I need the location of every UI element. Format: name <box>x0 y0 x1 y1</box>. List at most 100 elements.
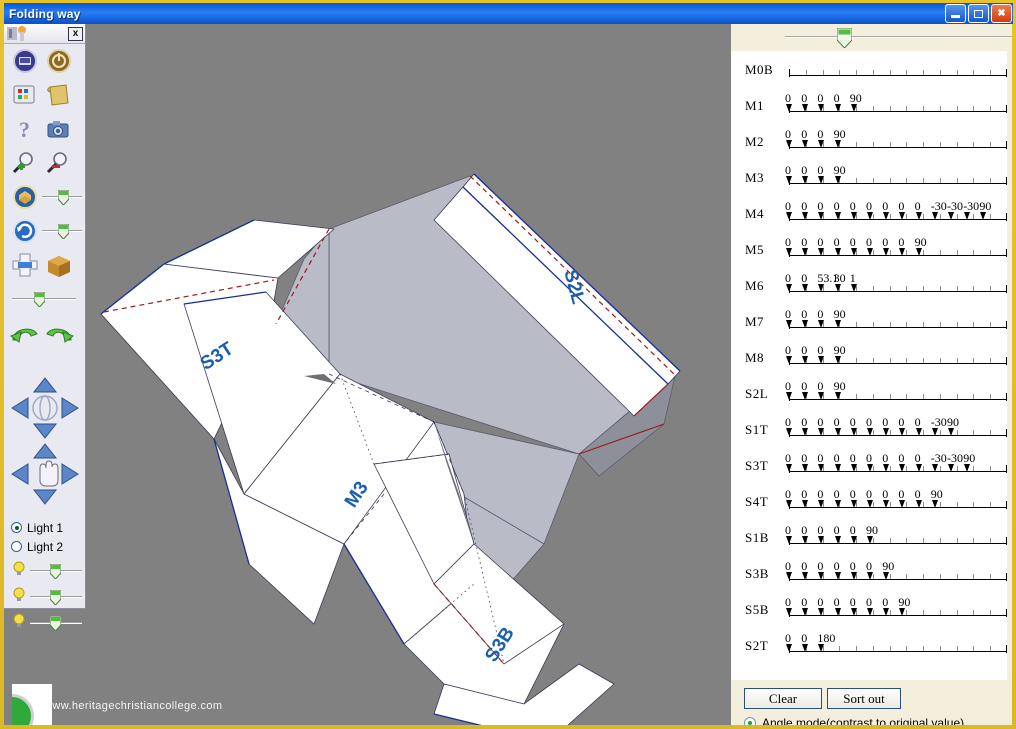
timeline-row[interactable]: M4 0 0 0 0 0 0 0 0 0 -30 -30 -30 90 <box>731 195 1007 231</box>
timeline-row[interactable]: S2T 0 0 180 <box>731 627 1007 663</box>
timeline-marker-value: 0 <box>849 199 856 213</box>
clear-button[interactable]: Clear <box>744 688 822 709</box>
timeline-tick <box>906 430 908 435</box>
timeline-row[interactable]: M0B <box>731 51 1007 87</box>
timeline-marker-value: 30 <box>833 271 846 285</box>
timeline-tick <box>973 574 975 579</box>
fold-progress-slider[interactable] <box>12 291 76 308</box>
timeline-marker-value: 0 <box>801 487 808 501</box>
light-slider-3[interactable] <box>30 615 82 632</box>
light-slider-2[interactable] <box>30 589 82 606</box>
refresh-icon[interactable] <box>8 216 42 246</box>
timeline-marker-value: 0 <box>849 487 856 501</box>
pan-navigation-pad[interactable] <box>10 442 80 506</box>
tool-row-render-slider <box>4 180 85 214</box>
sort-out-button[interactable]: Sort out <box>827 688 901 709</box>
timeline-marker-value: 0 <box>898 415 905 429</box>
refresh-slider[interactable] <box>42 223 82 240</box>
timeline-row[interactable]: M7 0 0 0 90 <box>731 303 1007 339</box>
zoom-in-icon[interactable] <box>8 148 42 178</box>
light-1-radio[interactable]: Light 1 <box>4 518 63 537</box>
close-button[interactable]: ✖ <box>991 4 1012 23</box>
timeline-row[interactable]: S4T 0 0 0 0 0 0 0 0 0 90 <box>731 483 1007 519</box>
timeline-tick <box>956 178 958 183</box>
timeline-slider-thumb[interactable] <box>836 27 853 49</box>
timeline-tick <box>973 70 975 75</box>
timeline-row[interactable]: S2L 0 0 0 90 <box>731 375 1007 411</box>
render-globe-icon[interactable] <box>8 182 42 212</box>
timeline-rows[interactable]: M0B M1 0 0 0 0 90 M2 0 0 0 90 M3 0 0 0 90 M4 0 0 0 0 0 0 0 0 0 -30-… <box>731 51 1007 680</box>
timeline-marker-value: 90 <box>833 307 846 321</box>
timeline-slider-area[interactable] <box>731 24 1012 51</box>
timeline-marker-value: 0 <box>785 199 791 213</box>
window-title: Folding way <box>9 6 81 21</box>
timeline-tick <box>990 358 992 363</box>
render-slider[interactable] <box>42 189 82 206</box>
timeline-marker-value: 0 <box>801 523 808 537</box>
timeline-tick <box>990 286 992 291</box>
scroll-icon[interactable] <box>42 80 76 110</box>
timeline-marker-value: 0 <box>785 307 791 321</box>
restore-button[interactable] <box>968 4 989 23</box>
unfold-icon[interactable] <box>8 250 42 280</box>
light-slider-row-1 <box>8 557 82 584</box>
timeline-row[interactable]: S5B 0 0 0 0 0 0 0 90 <box>731 591 1007 627</box>
power-icon[interactable] <box>42 46 76 76</box>
viewport-3d[interactable]: .wf { fill:#ffffff; stroke:#3a3a55; stro… <box>4 24 731 725</box>
timeline-marker-value: 0 <box>785 163 791 177</box>
timeline-tick <box>956 646 958 651</box>
timeline-tick <box>805 70 807 75</box>
timeline-row[interactable]: S1T 0 0 0 0 0 0 0 0 0 -30 90 <box>731 411 1007 447</box>
timeline-marker-value: 0 <box>898 235 905 249</box>
light-2-radio-control[interactable] <box>11 541 22 552</box>
display-icon[interactable] <box>8 46 42 76</box>
box-icon[interactable] <box>42 250 76 280</box>
light-slider-1[interactable] <box>30 563 82 580</box>
timeline-tick <box>956 70 958 75</box>
timeline-row[interactable]: S1B 0 0 0 0 0 90 <box>731 519 1007 555</box>
timeline-row[interactable]: M5 0 0 0 0 0 0 0 0 90 <box>731 231 1007 267</box>
timeline-marker-value: 0 <box>866 451 872 465</box>
timeline-slider-track[interactable] <box>785 36 1012 38</box>
timeline-row[interactable]: M1 0 0 0 0 90 <box>731 87 1007 123</box>
tool-panel: x ? Light 1 Light 2 <box>4 24 86 632</box>
timeline-row[interactable]: S3T 0 0 0 0 0 0 0 0 0 -30 -30 90 <box>731 447 1007 483</box>
timeline-marker-value: 0 <box>882 487 889 501</box>
timeline-row[interactable]: S3B 0 0 0 0 0 0 90 <box>731 555 1007 591</box>
timeline-tick <box>856 142 858 147</box>
timeline-tick <box>923 358 925 363</box>
minimize-button[interactable] <box>945 4 966 23</box>
angle-mode-label: Angle mode(contrast to original value) <box>762 716 965 725</box>
rotate-navigation-pad[interactable] <box>10 376 80 440</box>
timeline-marker-value: 0 <box>898 487 905 501</box>
angle-mode-radio[interactable]: Angle mode(contrast to original value) <box>744 716 964 725</box>
tool-row-zoom <box>4 146 85 180</box>
timeline-marker-value: -30 <box>947 199 963 213</box>
timeline-marker-value: 0 <box>817 307 824 321</box>
timeline-row[interactable]: M2 0 0 0 90 <box>731 123 1007 159</box>
timeline-row-label: M5 <box>745 242 765 257</box>
help-icon[interactable]: ? <box>8 114 42 144</box>
zoom-out-icon[interactable] <box>42 148 76 178</box>
timeline-tick <box>973 466 975 471</box>
timeline-tick <box>939 286 941 291</box>
timeline-marker-value: 90 <box>882 559 895 573</box>
undo-icon[interactable] <box>8 318 42 348</box>
timeline-row[interactable]: M6 0 0 53.1 30 1 <box>731 267 1007 303</box>
camera-icon[interactable] <box>42 114 76 144</box>
redo-icon[interactable] <box>42 318 76 348</box>
timeline-tick <box>956 322 958 327</box>
timeline-tick <box>889 178 891 183</box>
light-1-radio-control[interactable] <box>11 522 22 533</box>
timeline-row[interactable]: M8 0 0 0 90 <box>731 339 1007 375</box>
tool-panel-close-button[interactable]: x <box>68 26 83 41</box>
timeline-row-label: M4 <box>745 206 765 221</box>
timeline-row[interactable]: M3 0 0 0 90 <box>731 159 1007 195</box>
timeline-marker-value: 0 <box>882 595 889 609</box>
timeline-marker-value: 0 <box>833 487 840 501</box>
light-2-radio[interactable]: Light 2 <box>4 537 63 556</box>
timeline-tick <box>973 646 975 651</box>
timeline-marker-value: -30 <box>963 199 980 213</box>
angle-mode-radio-control[interactable] <box>744 717 756 725</box>
color-palette-icon[interactable] <box>8 80 42 110</box>
